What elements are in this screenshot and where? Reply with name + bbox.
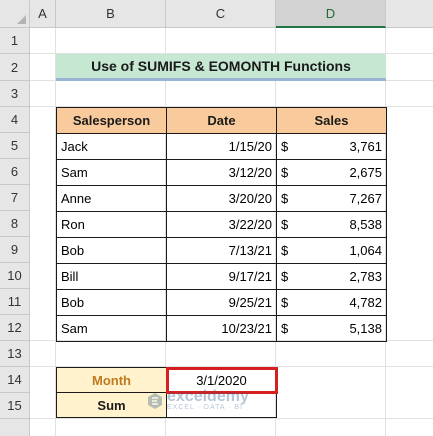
sales-cell[interactable]: $3,761	[276, 133, 387, 160]
sheet-title: Use of SUMIFS & EOMONTH Functions	[56, 54, 386, 81]
table-header-row: Salesperson Date Sales	[56, 107, 387, 134]
date-cell[interactable]: 1/15/20	[166, 133, 277, 160]
salesperson-cell[interactable]: Bill	[56, 263, 167, 290]
select-all-corner[interactable]	[0, 0, 30, 28]
date-cell[interactable]: 10/23/21	[166, 315, 277, 342]
column-header-d[interactable]: D	[276, 0, 386, 28]
sales-cell[interactable]: $5,138	[276, 315, 387, 342]
salesperson-cell[interactable]: Sam	[56, 159, 167, 186]
sales-amount: 4,782	[349, 295, 382, 310]
row-header-10[interactable]: 10	[0, 263, 30, 289]
sales-amount: 3,761	[349, 139, 382, 154]
row-header-15[interactable]: 15	[0, 393, 30, 419]
sales-cell[interactable]: $1,064	[276, 237, 387, 264]
table-row: Bob 7/13/21 $1,064	[56, 237, 387, 264]
watermark-name: exceldemy	[167, 388, 249, 405]
row-header-2[interactable]: 2	[0, 54, 30, 81]
currency-symbol: $	[281, 321, 289, 336]
row-header-9[interactable]: 9	[0, 237, 30, 263]
sales-table: Salesperson Date Sales Jack 1/15/20 $3,7…	[56, 107, 387, 342]
row-header-16[interactable]	[0, 419, 30, 436]
currency-symbol: $	[281, 165, 289, 180]
sales-amount: 2,675	[349, 165, 382, 180]
salesperson-cell[interactable]: Jack	[56, 133, 167, 160]
gridline	[30, 418, 433, 419]
row-header-5[interactable]: 5	[0, 133, 30, 159]
watermark-text-group: exceldemy EXCEL · DATA · BI	[167, 388, 249, 412]
column-header-b[interactable]: B	[56, 0, 166, 28]
sales-cell[interactable]: $2,783	[276, 263, 387, 290]
row-header-13[interactable]: 13	[0, 341, 30, 367]
sales-cell[interactable]: $7,267	[276, 185, 387, 212]
row-header-12[interactable]: 12	[0, 315, 30, 341]
sales-amount: 8,538	[349, 217, 382, 232]
date-cell[interactable]: 3/22/20	[166, 211, 277, 238]
salesperson-cell[interactable]: Anne	[56, 185, 167, 212]
date-cell[interactable]: 7/13/21	[166, 237, 277, 264]
table-row: Sam 3/12/20 $2,675	[56, 159, 387, 186]
column-header-c[interactable]: C	[166, 0, 276, 28]
sales-cell[interactable]: $8,538	[276, 211, 387, 238]
sales-cell[interactable]: $2,675	[276, 159, 387, 186]
sales-amount: 1,064	[349, 243, 382, 258]
sales-amount: 7,267	[349, 191, 382, 206]
sales-cell[interactable]: $4,782	[276, 289, 387, 316]
salesperson-cell[interactable]: Bob	[56, 237, 167, 264]
currency-symbol: $	[281, 217, 289, 232]
row-header-6[interactable]: 6	[0, 159, 30, 185]
table-row: Anne 3/20/20 $7,267	[56, 185, 387, 212]
table-row: Bill 9/17/21 $2,783	[56, 263, 387, 290]
row-header-7[interactable]: 7	[0, 185, 30, 211]
salesperson-cell[interactable]: Bob	[56, 289, 167, 316]
currency-symbol: $	[281, 243, 289, 258]
sales-amount: 5,138	[349, 321, 382, 336]
date-cell[interactable]: 9/17/21	[166, 263, 277, 290]
row-header-4[interactable]: 4	[0, 107, 30, 133]
row-header-11[interactable]: 11	[0, 289, 30, 315]
header-date[interactable]: Date	[166, 107, 277, 134]
header-sales[interactable]: Sales	[276, 107, 387, 134]
salesperson-cell[interactable]: Sam	[56, 315, 167, 342]
salesperson-cell[interactable]: Ron	[56, 211, 167, 238]
header-salesperson[interactable]: Salesperson	[56, 107, 167, 134]
currency-symbol: $	[281, 295, 289, 310]
exceldemy-watermark: exceldemy EXCEL · DATA · BI	[146, 388, 249, 412]
currency-symbol: $	[281, 269, 289, 284]
exceldemy-logo-icon	[148, 392, 162, 409]
row-header-1[interactable]: 1	[0, 28, 30, 54]
month-label[interactable]: Month	[56, 367, 167, 393]
table-row: Jack 1/15/20 $3,761	[56, 133, 387, 160]
column-header-e[interactable]	[386, 0, 433, 28]
row-header-14[interactable]: 14	[0, 367, 30, 393]
row-header-8[interactable]: 8	[0, 211, 30, 237]
table-row: Ron 3/22/20 $8,538	[56, 211, 387, 238]
watermark-tagline: EXCEL · DATA · BI	[167, 404, 243, 411]
table-row: Bob 9/25/21 $4,782	[56, 289, 387, 316]
column-header-a[interactable]: A	[30, 0, 56, 28]
row-header-3[interactable]: 3	[0, 81, 30, 107]
table-row: Sam 10/23/21 $5,138	[56, 315, 387, 342]
date-cell[interactable]: 9/25/21	[166, 289, 277, 316]
sales-amount: 2,783	[349, 269, 382, 284]
currency-symbol: $	[281, 139, 289, 154]
date-cell[interactable]: 3/20/20	[166, 185, 277, 212]
currency-symbol: $	[281, 191, 289, 206]
select-all-triangle-icon	[17, 15, 26, 24]
date-cell[interactable]: 3/12/20	[166, 159, 277, 186]
